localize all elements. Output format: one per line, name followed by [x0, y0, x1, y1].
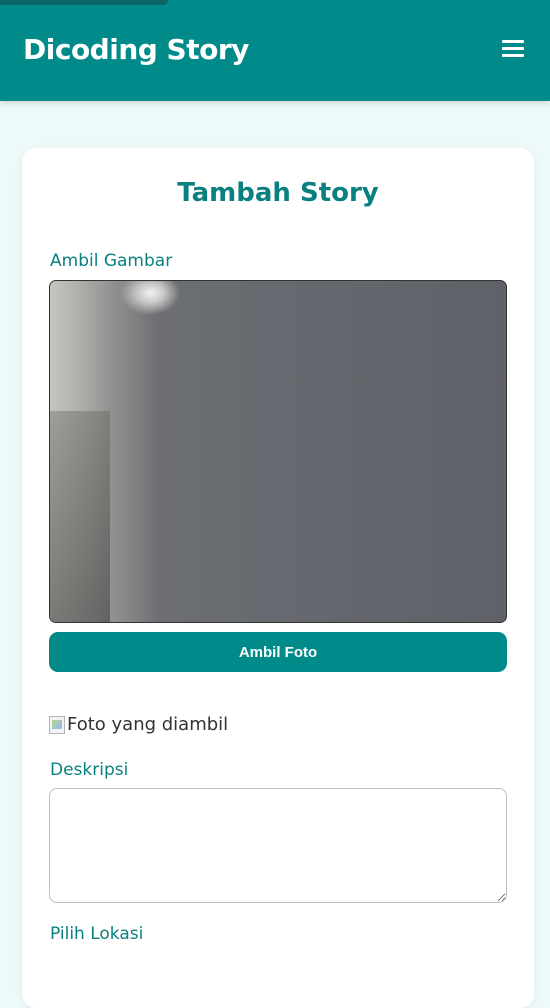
description-label: Deskripsi	[50, 760, 129, 780]
captured-photo: Foto yang diambil	[49, 714, 228, 735]
skip-link-tab[interactable]	[0, 0, 168, 5]
take-photo-button[interactable]: Ambil Foto	[49, 632, 507, 672]
page-title: Tambah Story	[177, 178, 379, 208]
camera-preview	[49, 280, 507, 623]
app-header: Dicoding Story	[0, 0, 550, 101]
camera-label: Ambil Gambar	[50, 251, 173, 271]
captured-photo-alt-text: Foto yang diambil	[67, 714, 229, 735]
broken-image-icon	[49, 715, 65, 734]
hamburger-menu-icon[interactable]	[496, 36, 529, 68]
app-title[interactable]: Dicoding Story	[23, 33, 249, 66]
location-label: Pilih Lokasi	[50, 924, 144, 944]
description-textarea[interactable]	[49, 788, 507, 903]
